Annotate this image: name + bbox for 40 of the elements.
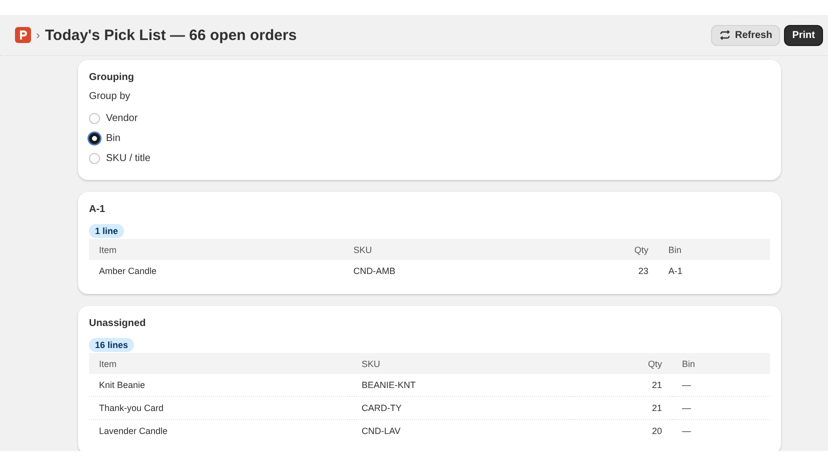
table-cell: CND-LAV	[352, 420, 572, 442]
refresh-button[interactable]: Refresh	[710, 24, 780, 46]
table-cell: 23	[546, 260, 658, 282]
table-cell: 21	[571, 396, 672, 420]
breadcrumb-separator: ›	[36, 28, 40, 42]
table-cell: Lavender Candle	[89, 420, 352, 442]
table-cell: Amber Candle	[89, 260, 344, 282]
column-header: Bin	[672, 353, 770, 374]
page-title: Today's Pick List — 66 open orders	[45, 26, 297, 44]
table-cell: 20	[571, 420, 672, 442]
group-by-label: Group by	[89, 91, 132, 102]
column-header: Qty	[571, 353, 672, 374]
column-header: SKU	[343, 239, 547, 260]
table-cell: A-1	[658, 260, 770, 282]
card-title: Grouping	[89, 72, 135, 83]
column-header: Bin	[658, 239, 770, 260]
table-cell: —	[672, 420, 770, 442]
radio-label[interactable]: SKU / title	[106, 152, 150, 164]
table-cell: CND-AMB	[343, 260, 547, 282]
column-header: SKU	[352, 353, 572, 374]
app-logo-icon	[15, 27, 31, 43]
column-header: Item	[89, 353, 352, 374]
table-cell: CARD-TY	[352, 396, 572, 420]
radio-button[interactable]	[89, 132, 100, 144]
table-cell: —	[672, 374, 770, 396]
group-title: Unassigned	[89, 318, 147, 329]
column-header: Item	[89, 239, 344, 260]
group-title: A-1	[89, 204, 106, 215]
table-cell: BEANIE-KNT	[352, 374, 572, 396]
line-count-badge: 1 line	[89, 224, 124, 238]
radio-label[interactable]: Vendor	[106, 112, 138, 124]
table-cell: —	[672, 396, 770, 420]
line-count-badge: 16 lines	[89, 338, 134, 352]
radio-label[interactable]: Bin	[106, 132, 120, 144]
print-button[interactable]: Print	[784, 24, 823, 46]
table-cell: Knit Beanie	[89, 374, 352, 396]
refresh-icon	[718, 29, 731, 41]
table-cell: 21	[571, 374, 672, 396]
table-cell: Thank-you Card	[89, 396, 352, 420]
column-header: Qty	[546, 239, 658, 260]
